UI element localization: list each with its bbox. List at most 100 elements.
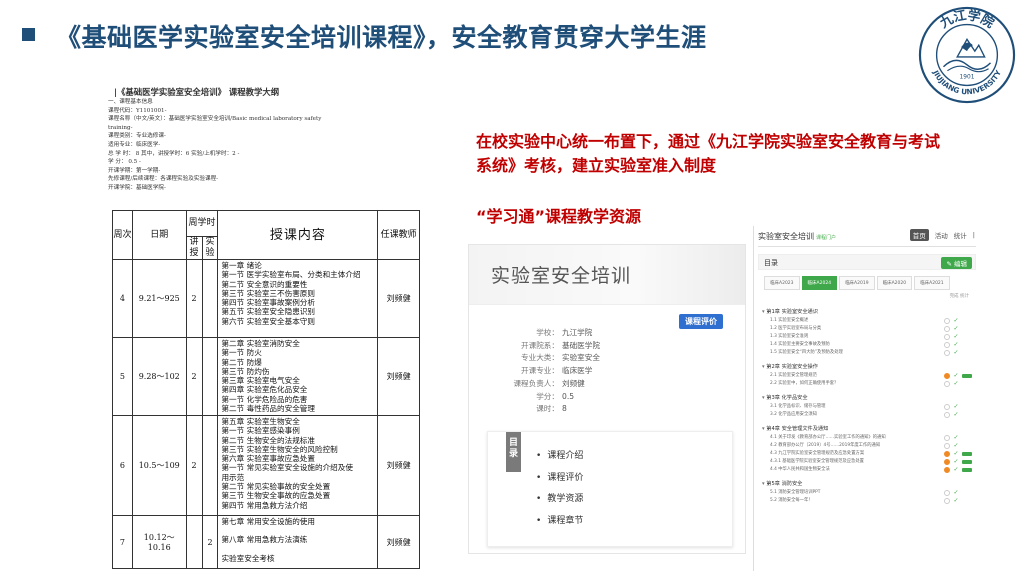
check-icon: ✓	[953, 349, 959, 356]
stats-badge[interactable]	[962, 468, 972, 472]
notice-text: 在校实验中心统一布置下，通过《九江学院实验室安全教育与考试系统》考核，建立实验室…	[476, 132, 941, 175]
cell-teacher: 刘频健	[377, 415, 420, 516]
info-row: 课程负责人： 刘频健	[487, 378, 727, 391]
class-tab[interactable]: 临床A2019	[839, 276, 875, 290]
section-title: 1.5 实验室安全“四大防”及预防及处理	[770, 350, 843, 355]
info-row: 专业大类： 实验室安全	[487, 352, 727, 365]
content-line: 第五章 实验室生物安全	[221, 417, 300, 426]
section-title: 3.2 化学品应用安全须知	[770, 412, 817, 417]
section-item[interactable]: 4.4 中华人民共和国生物安全法 ✓	[762, 466, 972, 474]
chapter-title[interactable]: 第5章 消防安全	[762, 480, 972, 489]
nav-activity[interactable]: 活动	[935, 230, 948, 240]
section-item[interactable]: 1.2 医学实验室布局与分类 ✓	[762, 325, 972, 333]
section-title: 4.3 九江学院实验室安全管理规范及应急处置方案	[770, 451, 865, 456]
info-key: 学分：	[536, 391, 559, 401]
content-line: 第二节 安全意识的重要性	[221, 279, 308, 289]
content-line: 第四章 实验室危化品安全	[221, 385, 308, 395]
syllabus-line: 学 分： 0.5 -	[108, 159, 141, 166]
cell-content: 第七章 常用安全设施的使用 第八章 常用急救方法演练 实验室安全考核	[217, 515, 379, 569]
cell-week: 6	[112, 415, 133, 516]
nav-home[interactable]: 首页	[909, 229, 929, 241]
toc-list: 课程介绍 课程评价 教学资源 课程章节	[536, 446, 583, 532]
class-tabs: 临床A2023 临床A2024 临床A2019 临床A2020 临床A2021	[764, 276, 950, 290]
section-item[interactable]: 4.1 关于印发《教育部办公厅……实验室工作的通知》的通知 ✓	[762, 434, 972, 442]
section-item[interactable]: 5.1 消防安全管理培训PPT ✓	[762, 489, 972, 497]
section-item[interactable]: 5.2 消防安全每一年！ ✓	[762, 497, 972, 505]
syllabus-line: training-	[108, 124, 133, 131]
class-tab[interactable]: 临床A2021	[914, 276, 950, 290]
stats-badge[interactable]	[962, 452, 972, 456]
info-key: 课时：	[536, 404, 559, 414]
info-value: 0.5	[562, 391, 575, 401]
section-title: 4.4 中华人民共和国生物安全法	[770, 467, 830, 472]
task-status-icon	[944, 326, 950, 332]
syllabus-line: 一、课程基本信息	[108, 99, 153, 105]
chapter-title[interactable]: 第1章 实验室安全通识	[762, 308, 972, 317]
header-lecture: 讲授	[185, 236, 203, 260]
section-title: 5.2 消防安全每一年！	[770, 498, 813, 503]
content-line: 第五节 实验室安全隐患识别	[221, 307, 315, 317]
title-bullet	[22, 28, 35, 41]
table-row: 5 9.28～102 2 第二章 实验室消防安全 第一节 防火 第二节 防爆 第…	[112, 337, 420, 416]
toc-item-resources[interactable]: 教学资源	[536, 489, 583, 511]
content-line: 第一章 绪论	[221, 261, 262, 270]
info-key: 专业大类：	[521, 353, 559, 363]
task-pending-icon	[944, 459, 950, 465]
info-key: 课程负责人：	[513, 378, 559, 388]
section-item[interactable]: 1.1 实验室安全概述 ✓	[762, 317, 972, 325]
section-item[interactable]: 4.2 教育部办公厅〔2019〕4号……2019年度工作的通知 ✓	[762, 442, 972, 450]
chapter-title[interactable]: 第2章 实验室安全操作	[762, 363, 972, 372]
toc-item-eval[interactable]: 课程评价	[536, 468, 583, 490]
toc-item-chapters[interactable]: 课程章节	[536, 511, 583, 533]
course-portal-link[interactable]: 课程门户	[816, 235, 836, 241]
toc-item-intro[interactable]: 课程介绍	[536, 446, 583, 468]
class-tab[interactable]: 临床A2024	[801, 276, 838, 290]
section-item[interactable]: 1.4 实验室主要安全事故及预防 ✓	[762, 341, 972, 349]
content-line: 第一节 化学危险品的危害	[221, 394, 308, 404]
content-line: 第四节 实验室事故案例分析	[221, 298, 315, 308]
cell-teacher: 刘频健	[377, 515, 420, 569]
stats-badge[interactable]	[962, 374, 972, 378]
section-title: 1.4 实验室主要安全事故及预防	[770, 342, 830, 347]
content-line: 第一节 医学实验室布局、分类和主体介绍	[221, 270, 361, 280]
content-line: 第二章 实验室消防安全	[221, 339, 300, 348]
cell-content: 第五章 实验室生物安全 第一节 实验室感染事例 第二节 生物安全的法规标准 第三…	[217, 415, 379, 516]
info-row: 课时： 8	[487, 403, 727, 416]
task-status-icon	[944, 490, 950, 496]
info-value: 临床医学	[562, 366, 593, 376]
content-line: 第二节 常见实验事故的安全处置	[221, 482, 331, 492]
cell-lecture: 2	[185, 415, 203, 516]
syllabus-title: |《基础医学实验室安全培训》 课程教学大纲	[114, 87, 280, 97]
section-item[interactable]: 2.2 实验室中，如何正确使用手套？ ✓	[762, 380, 972, 388]
task-status-icon	[944, 381, 950, 387]
check-icon: ✓	[953, 489, 959, 496]
chapter-title[interactable]: 第3章 化学品安全	[762, 394, 972, 403]
section-item[interactable]: 1.5 实验室安全“四大防”及预防及处理 ✓	[762, 349, 972, 357]
section-item[interactable]: 4.3.1 基础医学院实验室安全管理规范及应急处置 ✓	[762, 458, 972, 466]
info-key: 开课专业：	[521, 366, 559, 376]
content-line: 第六章 实验室事故应急处置	[221, 454, 315, 464]
section-item[interactable]: 1.3 实验室安全准则 ✓	[762, 333, 972, 341]
section-item[interactable]: 2.1 实验室安全管理规范 ✓	[762, 372, 972, 380]
syllabus-line: 课程类别：专业选修课-	[108, 133, 166, 140]
nav-stats[interactable]: 统计	[954, 230, 967, 240]
stats-badge[interactable]	[962, 460, 972, 464]
slide-title: 《基础医学实验室安全培训课程》，安全教育贯穿大学生涯	[56, 23, 707, 52]
svg-text:九江学院: 九江学院	[937, 7, 997, 32]
class-tab[interactable]: 临床A2020	[876, 276, 913, 290]
task-status-icon	[944, 350, 950, 356]
info-row: 学校： 九江学院	[487, 327, 727, 340]
section-item[interactable]: 3.1 化学品标识、储存与管理 ✓	[762, 403, 972, 411]
chapter-title[interactable]: 第4章 安全管理文件及通知	[762, 425, 972, 434]
section-item[interactable]: 4.3 九江学院实验室安全管理规范及应急处置方案 ✓	[762, 450, 972, 458]
edit-button[interactable]: ✎ 编辑	[941, 257, 972, 269]
check-icon: ✓	[953, 497, 959, 504]
cell-date: 9.28～102	[131, 337, 187, 416]
check-icon: ✓	[953, 403, 959, 410]
section-item[interactable]: 3.2 化学品应用安全须知 ✓	[762, 411, 972, 419]
info-row: 开课专业： 临床医学	[487, 365, 727, 378]
header-content: 授课内容	[217, 210, 379, 260]
class-tab[interactable]: 临床A2023	[764, 276, 800, 290]
syllabus-line: 适用专业：临床医学-	[108, 141, 161, 148]
nav-divider: |	[972, 231, 975, 239]
